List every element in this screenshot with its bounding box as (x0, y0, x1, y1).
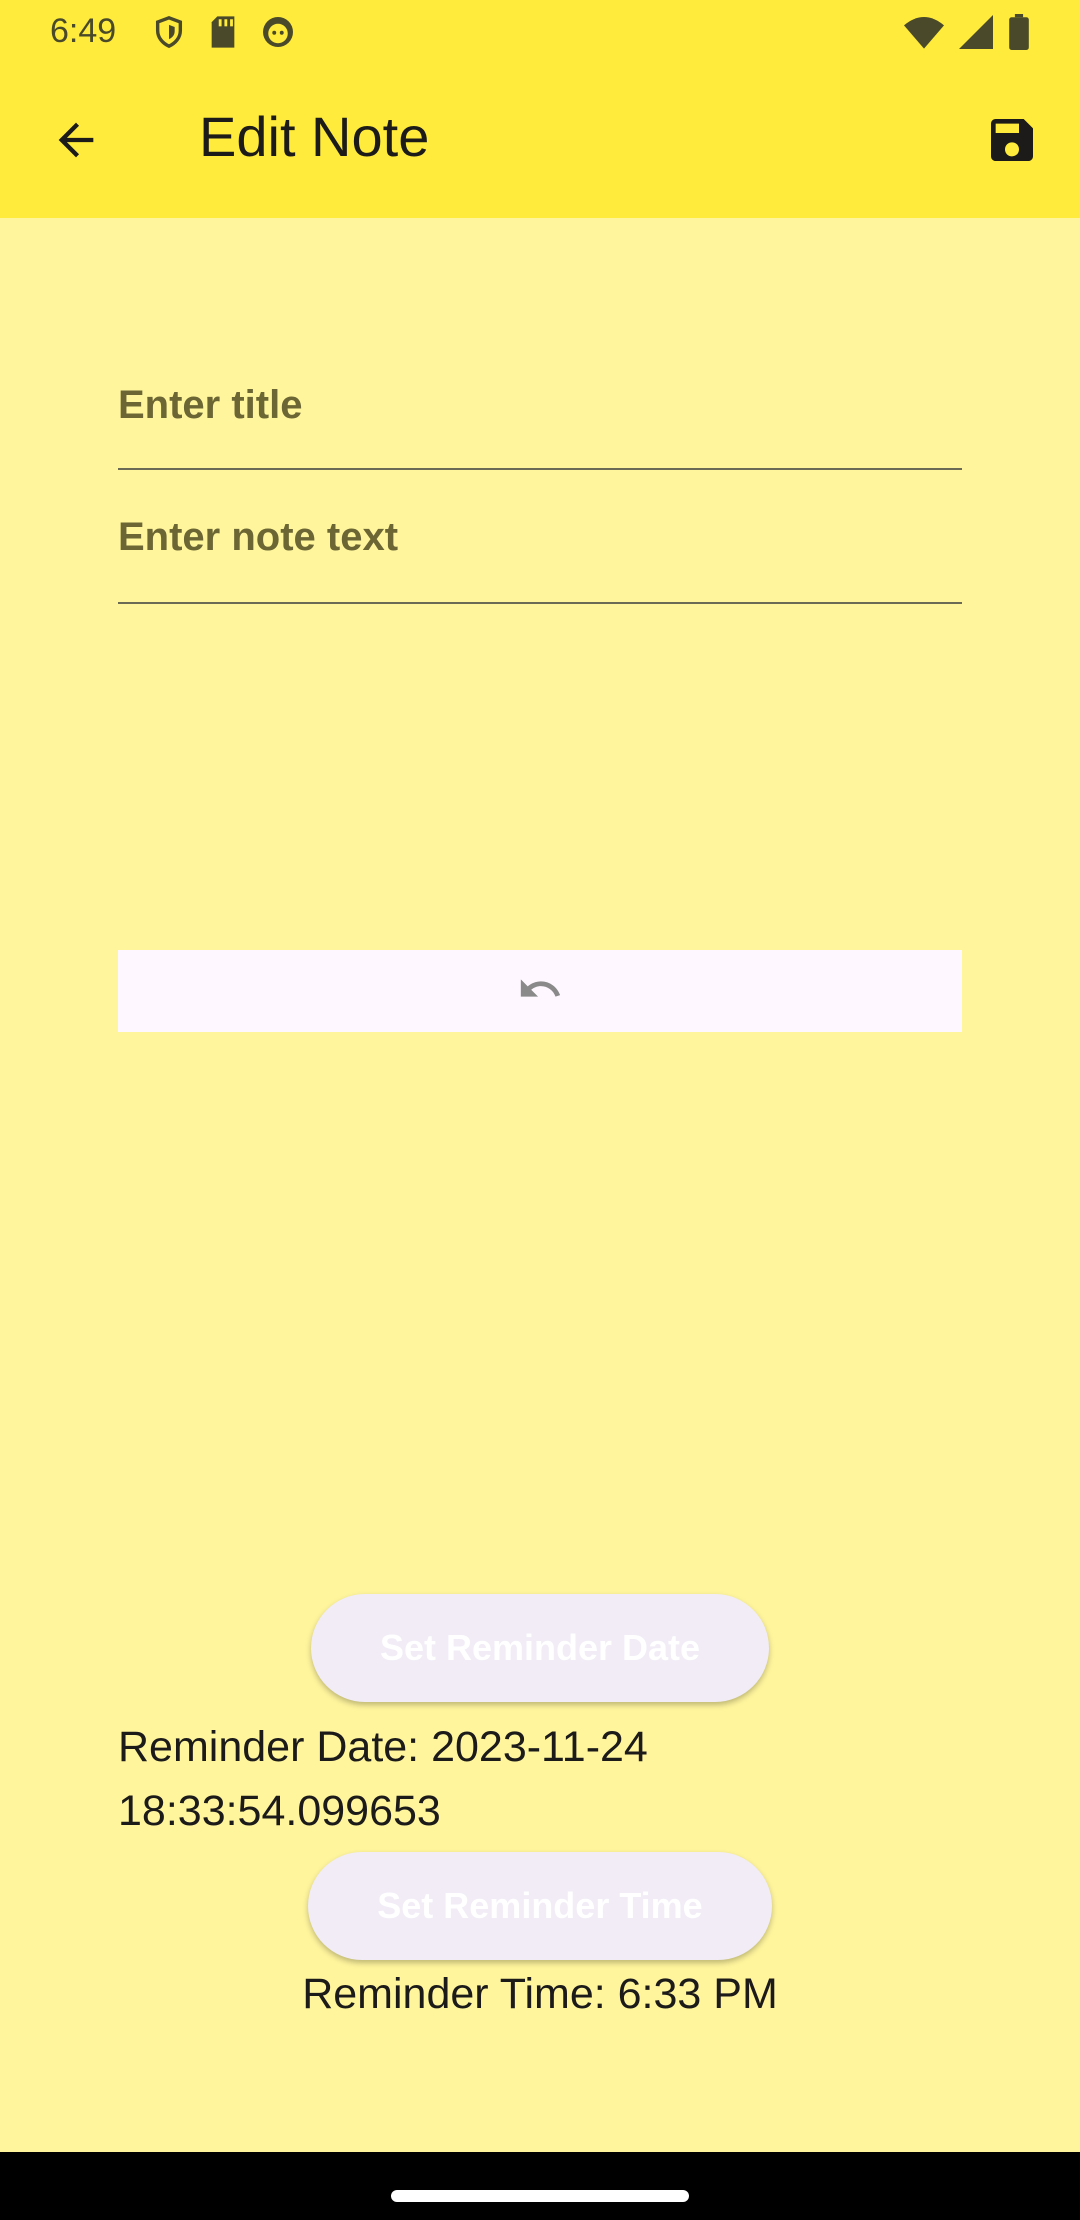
back-button[interactable] (40, 106, 112, 178)
navigation-bar (0, 2152, 1080, 2220)
reminder-date-text: Reminder Date: 2023-11-24 18:33:54.09965… (118, 1723, 648, 1835)
arrow-back-icon (50, 114, 102, 171)
face-icon (260, 14, 296, 55)
sd-card-icon (208, 15, 238, 54)
status-icons-left (152, 14, 296, 55)
title-field[interactable] (118, 380, 962, 470)
status-time: 6:49 (50, 12, 117, 50)
shield-icon (152, 14, 186, 55)
home-gesture-handle[interactable] (391, 2190, 689, 2202)
battery-icon (1008, 14, 1030, 55)
status-icons-right (904, 14, 1030, 55)
editor-toolbar (118, 950, 962, 1032)
status-bar: 6:49 (0, 0, 1080, 64)
set-reminder-date-button[interactable]: Set Reminder Date (311, 1594, 769, 1702)
undo-icon (517, 966, 563, 1017)
set-reminder-time-button[interactable]: Set Reminder Time (308, 1852, 772, 1960)
page-title: Edit Note (199, 105, 430, 168)
undo-button[interactable] (506, 958, 574, 1024)
title-input[interactable] (118, 380, 962, 430)
wifi-icon (904, 15, 944, 54)
note-input[interactable] (118, 512, 962, 562)
save-icon (984, 112, 1040, 173)
reminder-time-text: Reminder Time: 6:33 PM (302, 1970, 778, 2018)
note-field[interactable] (118, 512, 962, 604)
app-bar: Edit Note (0, 64, 1080, 218)
signal-icon (958, 15, 994, 54)
save-button[interactable] (974, 104, 1050, 180)
